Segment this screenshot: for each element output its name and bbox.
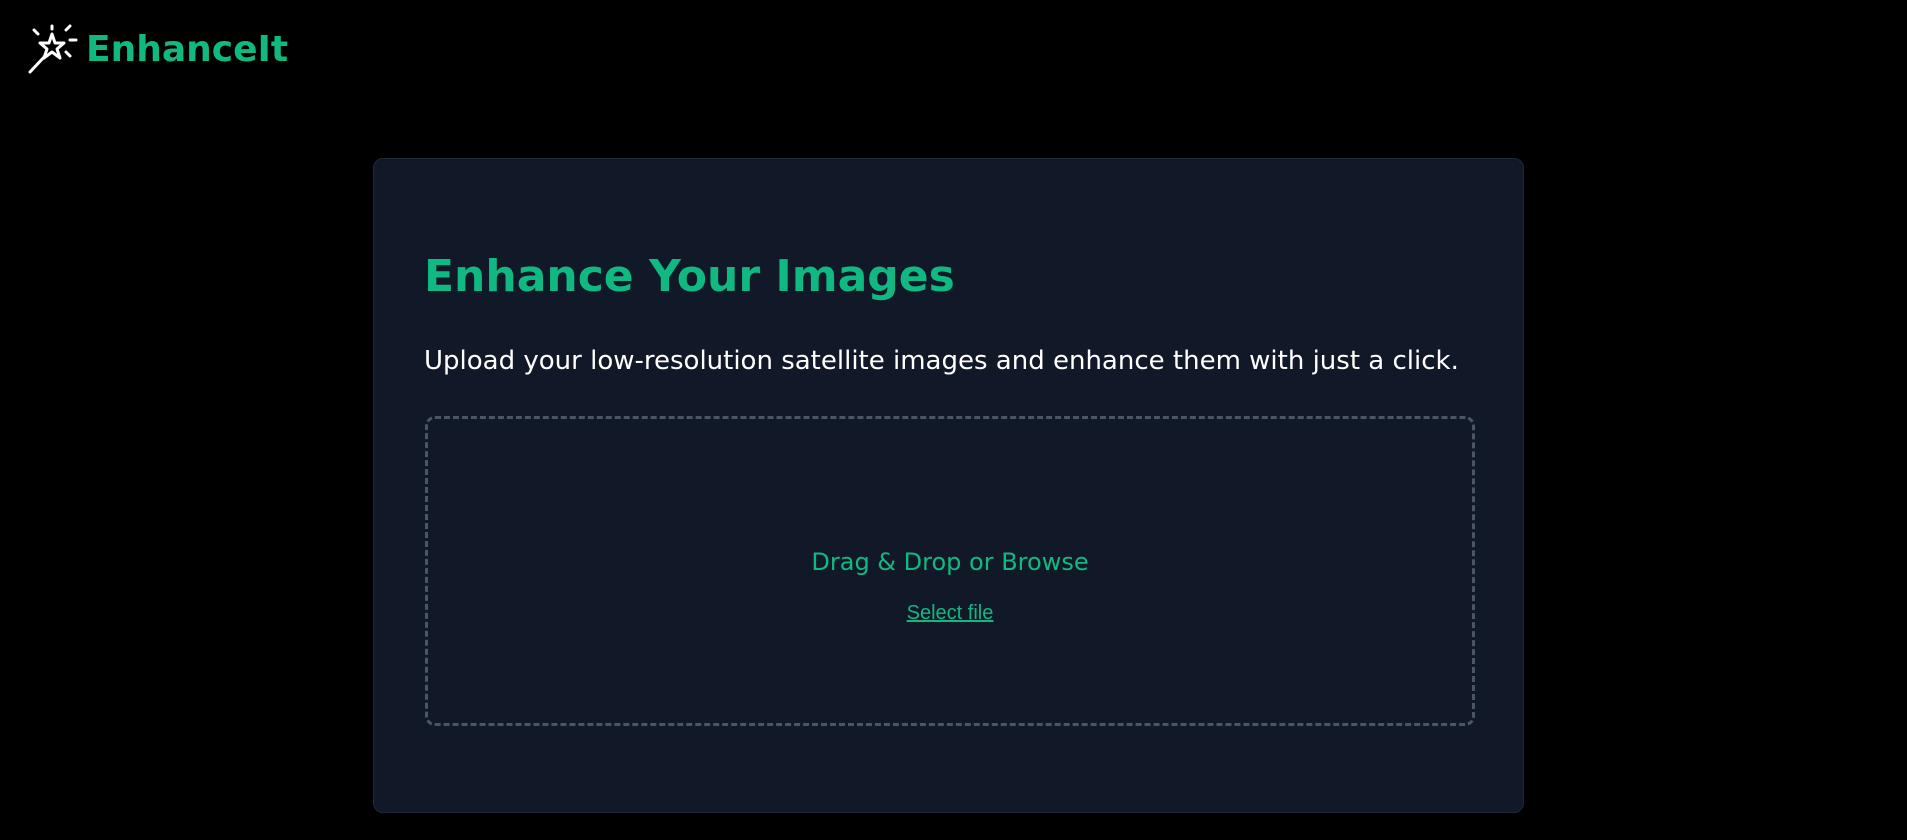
select-file-wrapper: Select file (428, 601, 1472, 625)
upload-card: Enhance Your Images Upload your low-reso… (373, 158, 1524, 813)
brand-name[interactable]: EnhanceIt (86, 32, 288, 68)
select-file-link[interactable]: Select file (907, 602, 994, 624)
magic-wand-icon (28, 24, 78, 74)
dropzone-prompt: Drag & Drop or Browse (811, 548, 1089, 576)
file-dropzone[interactable]: Drag & Drop or Browse Select file (425, 416, 1475, 726)
page-title: Enhance Your Images (424, 251, 955, 302)
header: EnhanceIt (26, 24, 288, 76)
page-subtitle: Upload your low-resolution satellite ima… (424, 346, 1459, 376)
